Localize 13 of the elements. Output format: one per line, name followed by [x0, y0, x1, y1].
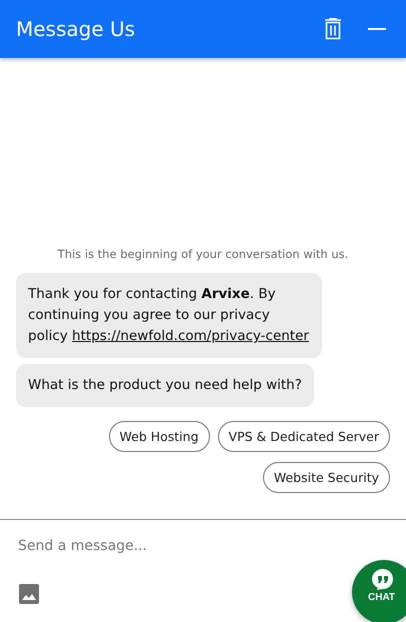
privacy-link[interactable]: https://newfold.com/privacy-center — [72, 328, 309, 344]
minimize-icon[interactable] — [368, 27, 386, 31]
message-bubble: What is the product you need help with? — [16, 364, 314, 407]
chat-button[interactable]: CHAT — [352, 560, 406, 622]
conversation-notice: This is the beginning of your conversation with us. — [56, 247, 350, 261]
speech-bubble-icon — [371, 568, 395, 590]
window-title: Message Us — [16, 17, 136, 41]
quick-reply-button[interactable]: Web Hosting — [108, 421, 210, 452]
trash-icon[interactable] — [324, 18, 342, 40]
quick-reply-button[interactable]: Website Security — [262, 462, 390, 493]
image-icon[interactable] — [19, 584, 39, 604]
quick-reply-button[interactable]: VPS & Dedicated Server — [218, 421, 390, 452]
message-bubble: Thank you for contacting Arvixe. By continuing you agree to our privacy policy https://newfold.com/privacy-center — [16, 273, 322, 358]
